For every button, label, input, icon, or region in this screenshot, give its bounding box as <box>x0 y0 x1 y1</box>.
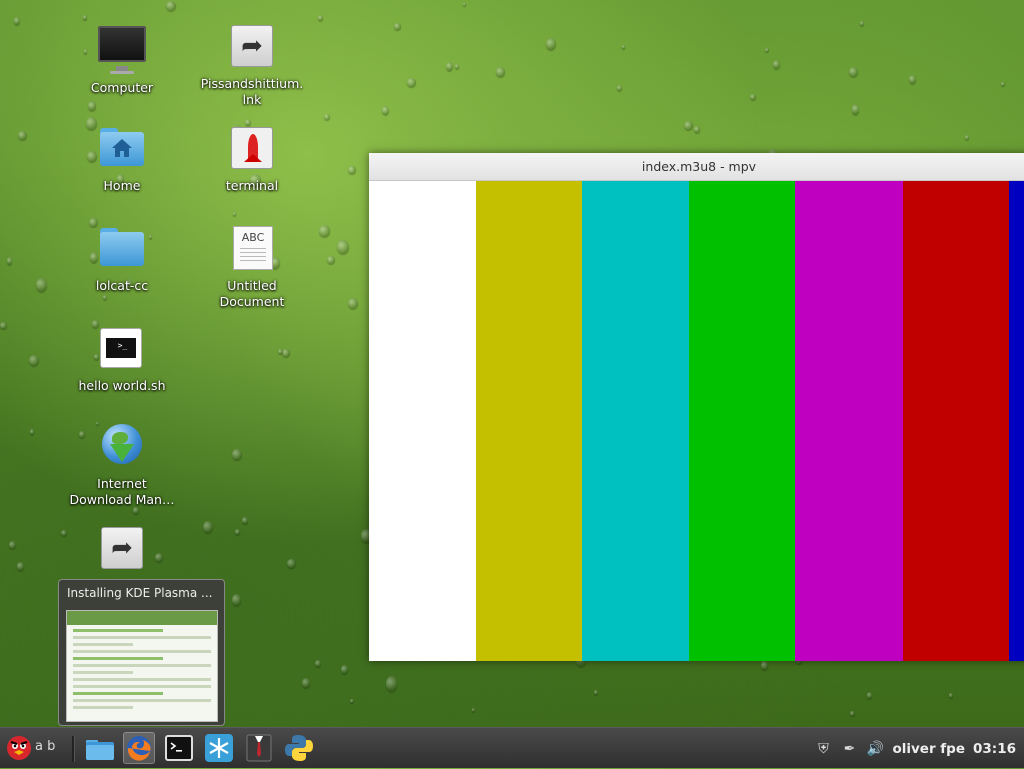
desktop-icon-pissandshittium[interactable]: ➦ Pissandshittium. lnk <box>197 22 307 108</box>
desktop-icon-computer[interactable]: Computer <box>67 22 177 96</box>
pen-icon[interactable]: ✒ <box>840 740 858 758</box>
window-title[interactable]: index.m3u8 - mpv <box>369 153 1024 181</box>
shield-icon[interactable]: ⛨ <box>814 740 832 758</box>
angry-birds-icon <box>7 736 31 760</box>
desktop-icon-label: lolcat-cc <box>95 278 149 293</box>
taskbar: a b ⛨ ✒ 🔊 oliver fpe 03:16 <box>0 727 1024 768</box>
desktop-icon-label: Pissandshittium. lnk <box>200 76 304 107</box>
desktop-icon-label: Untitled Document <box>219 278 285 309</box>
color-bar <box>476 181 582 661</box>
volume-icon[interactable]: 🔊 <box>866 740 884 758</box>
document-icon: ABC <box>228 224 276 272</box>
preview-title: Installing KDE Plasma ... <box>67 586 213 600</box>
snowflake-launcher[interactable] <box>203 732 235 764</box>
desktop-icon-home[interactable]: Home <box>67 124 177 194</box>
document-icon-text: ABC <box>241 231 265 244</box>
terminal-launcher[interactable] <box>163 732 195 764</box>
home-folder-icon <box>98 124 146 172</box>
desktop-icon-label: terminal <box>225 178 279 193</box>
window-preview-tooltip[interactable]: Installing KDE Plasma ... <box>58 579 225 726</box>
firefox-icon <box>127 736 151 761</box>
desktop-icon-terminal[interactable]: terminal <box>197 124 307 194</box>
desktop-icon-label: hello world.sh <box>78 378 166 393</box>
desktop-icon-untitled-document[interactable]: ABC Untitled Document <box>197 224 307 310</box>
shortcut-arrow-icon: ➦ <box>98 524 146 572</box>
desktop-icon-label: Computer <box>90 80 154 95</box>
rocket-icon <box>228 124 276 172</box>
color-bar <box>795 181 903 661</box>
download-manager-icon <box>98 422 146 470</box>
suit-app-icon <box>246 734 272 762</box>
desktop-icon-internet-download-manager[interactable]: Internet Download Man… <box>62 422 182 508</box>
terminal-icon <box>165 735 193 761</box>
shortcut-arrow-icon: ➦ <box>228 22 276 70</box>
snowflake-app-icon <box>205 734 233 762</box>
system-tray: ⛨ ✒ 🔊 oliver fpe 03:16 <box>814 728 1016 769</box>
file-manager-icon <box>86 740 114 760</box>
desktop-icon-hello-world[interactable]: >_ hello world.sh <box>67 324 177 394</box>
color-bar <box>689 181 795 661</box>
color-bars-video[interactable] <box>369 181 1024 661</box>
computer-icon <box>98 26 146 74</box>
color-bar <box>369 181 476 661</box>
desktop-icon-label: Home <box>103 178 141 193</box>
folder-icon <box>98 224 146 272</box>
color-bar <box>582 181 689 661</box>
mpv-window[interactable]: index.m3u8 - mpv <box>369 153 1024 661</box>
user-indicator[interactable]: oliver fpe <box>892 741 965 757</box>
terminal-prompt: >_ <box>106 338 136 358</box>
preview-thumbnail[interactable] <box>66 610 218 722</box>
python-launcher[interactable] <box>283 732 315 764</box>
suit-app-launcher[interactable] <box>243 732 275 764</box>
desktop-icon-lolcat-cc[interactable]: lolcat-cc <box>67 224 177 294</box>
clock[interactable]: 03:16 <box>973 741 1016 757</box>
taskbar-separator <box>72 736 75 762</box>
app-menu-button[interactable] <box>4 732 36 764</box>
python-icon <box>285 735 313 761</box>
color-bar <box>903 181 1009 661</box>
menu-label[interactable]: a b <box>35 739 55 754</box>
firefox-launcher[interactable] <box>123 732 155 764</box>
terminal-script-icon: >_ <box>98 324 146 372</box>
desktop-icon-shortcut[interactable]: ➦ <box>67 524 177 572</box>
file-manager-launcher[interactable] <box>84 732 116 764</box>
color-bar <box>1009 181 1024 661</box>
desktop-icon-label: Internet Download Man… <box>69 476 175 507</box>
